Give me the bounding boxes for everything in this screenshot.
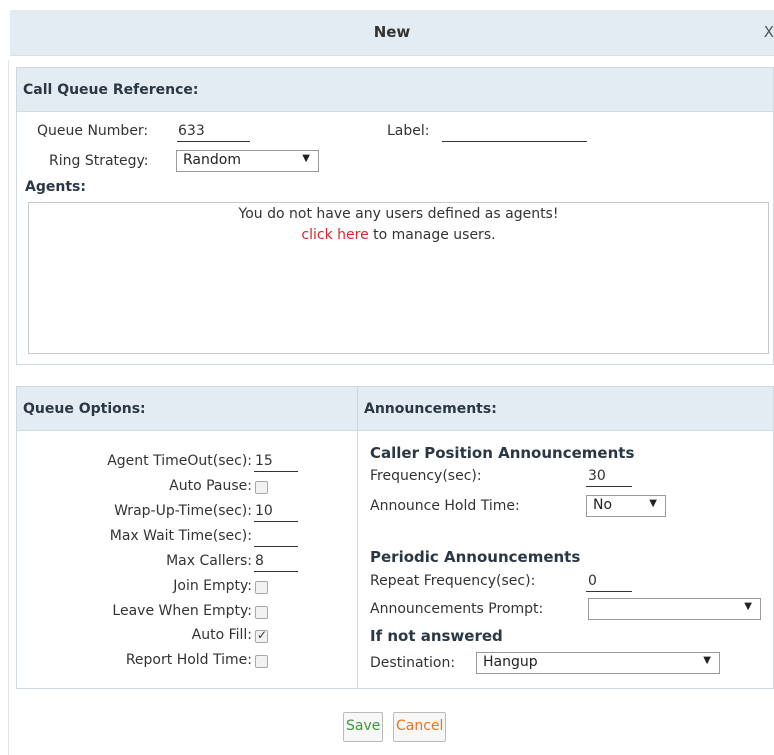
new-queue-dialog: New X Call Queue Reference: Queue Number… xyxy=(0,0,774,755)
auto-pause-label: Auto Pause: xyxy=(169,478,252,494)
dropdown-arrow-icon: ▼ xyxy=(744,601,752,612)
manage-users-text: to manage users. xyxy=(368,227,496,243)
dropdown-arrow-icon: ▼ xyxy=(703,655,711,666)
ring-strategy-label: Ring Strategy: xyxy=(49,153,149,169)
report-hold-time-checkbox[interactable] xyxy=(255,655,268,668)
if-not-answered-heading: If not answered xyxy=(370,627,503,645)
periodic-announcements-heading: Periodic Announcements xyxy=(370,548,581,566)
dialog-titlebar: New X xyxy=(10,10,774,56)
save-button[interactable]: Save xyxy=(343,712,384,742)
max-wait-time-input[interactable] xyxy=(254,528,298,547)
announcements-panel: Announcements: Caller Position Announcem… xyxy=(357,386,774,689)
repeat-frequency-input[interactable]: 0 xyxy=(586,573,632,592)
destination-value: Hangup xyxy=(483,654,538,670)
announcements-heading: Announcements: xyxy=(358,387,773,431)
max-wait-time-label: Max Wait Time(sec): xyxy=(109,528,252,544)
frequency-label: Frequency(sec): xyxy=(370,468,482,484)
auto-pause-checkbox[interactable] xyxy=(255,481,268,494)
destination-select[interactable]: Hangup ▼ xyxy=(476,652,720,674)
queue-options-heading: Queue Options: xyxy=(17,387,357,431)
join-empty-label: Join Empty: xyxy=(173,578,252,594)
ring-strategy-select[interactable]: Random ▼ xyxy=(176,150,319,172)
caller-position-heading: Caller Position Announcements xyxy=(370,444,635,462)
call-queue-reference-panel: Call Queue Reference: Queue Number: 633 … xyxy=(16,67,774,365)
wrap-up-time-input[interactable]: 10 xyxy=(254,503,298,522)
agents-label: Agents: xyxy=(25,179,86,195)
ring-strategy-value: Random xyxy=(183,152,241,168)
repeat-frequency-label: Repeat Frequency(sec): xyxy=(370,573,536,589)
label-label: Label: xyxy=(387,123,430,139)
dropdown-arrow-icon: ▼ xyxy=(302,153,310,164)
agents-manage-line: click here to manage users. xyxy=(29,227,768,243)
queue-options-panel: Queue Options: Agent TimeOut(sec): 15 Au… xyxy=(16,386,358,689)
agents-list-box: You do not have any users defined as age… xyxy=(28,202,769,354)
leave-when-empty-checkbox[interactable] xyxy=(255,606,268,619)
announcements-prompt-label: Announcements Prompt: xyxy=(370,601,544,617)
max-callers-label: Max Callers: xyxy=(166,553,252,569)
cancel-button[interactable]: Cancel xyxy=(393,712,447,742)
call-queue-reference-heading: Call Queue Reference: xyxy=(17,68,773,112)
announce-hold-time-value: No xyxy=(593,497,613,513)
dropdown-arrow-icon: ▼ xyxy=(649,498,657,509)
announce-hold-time-select[interactable]: No ▼ xyxy=(586,495,666,517)
announcements-prompt-select[interactable]: ▼ xyxy=(588,598,761,620)
agent-timeout-label: Agent TimeOut(sec): xyxy=(107,453,252,469)
auto-fill-label: Auto Fill: xyxy=(191,627,252,643)
join-empty-checkbox[interactable] xyxy=(255,581,268,594)
dialog-left-border xyxy=(8,60,9,755)
agents-empty-message: You do not have any users defined as age… xyxy=(238,206,559,222)
report-hold-time-label: Report Hold Time: xyxy=(125,652,252,668)
dialog-title: New xyxy=(373,23,411,41)
leave-when-empty-label: Leave When Empty: xyxy=(112,603,252,619)
queue-number-label: Queue Number: xyxy=(37,123,149,139)
queue-number-input[interactable]: 633 xyxy=(177,123,250,142)
label-input[interactable] xyxy=(442,123,587,142)
announce-hold-time-label: Announce Hold Time: xyxy=(370,498,520,514)
agent-timeout-input[interactable]: 15 xyxy=(254,453,298,472)
wrap-up-time-label: Wrap-Up-Time(sec): xyxy=(114,503,252,519)
close-icon[interactable]: X xyxy=(764,23,774,41)
destination-label: Destination: xyxy=(370,655,456,671)
frequency-input[interactable]: 30 xyxy=(586,468,632,487)
auto-fill-checkbox[interactable] xyxy=(255,628,268,643)
max-callers-input[interactable]: 8 xyxy=(254,553,298,572)
manage-users-link[interactable]: click here xyxy=(301,227,368,243)
